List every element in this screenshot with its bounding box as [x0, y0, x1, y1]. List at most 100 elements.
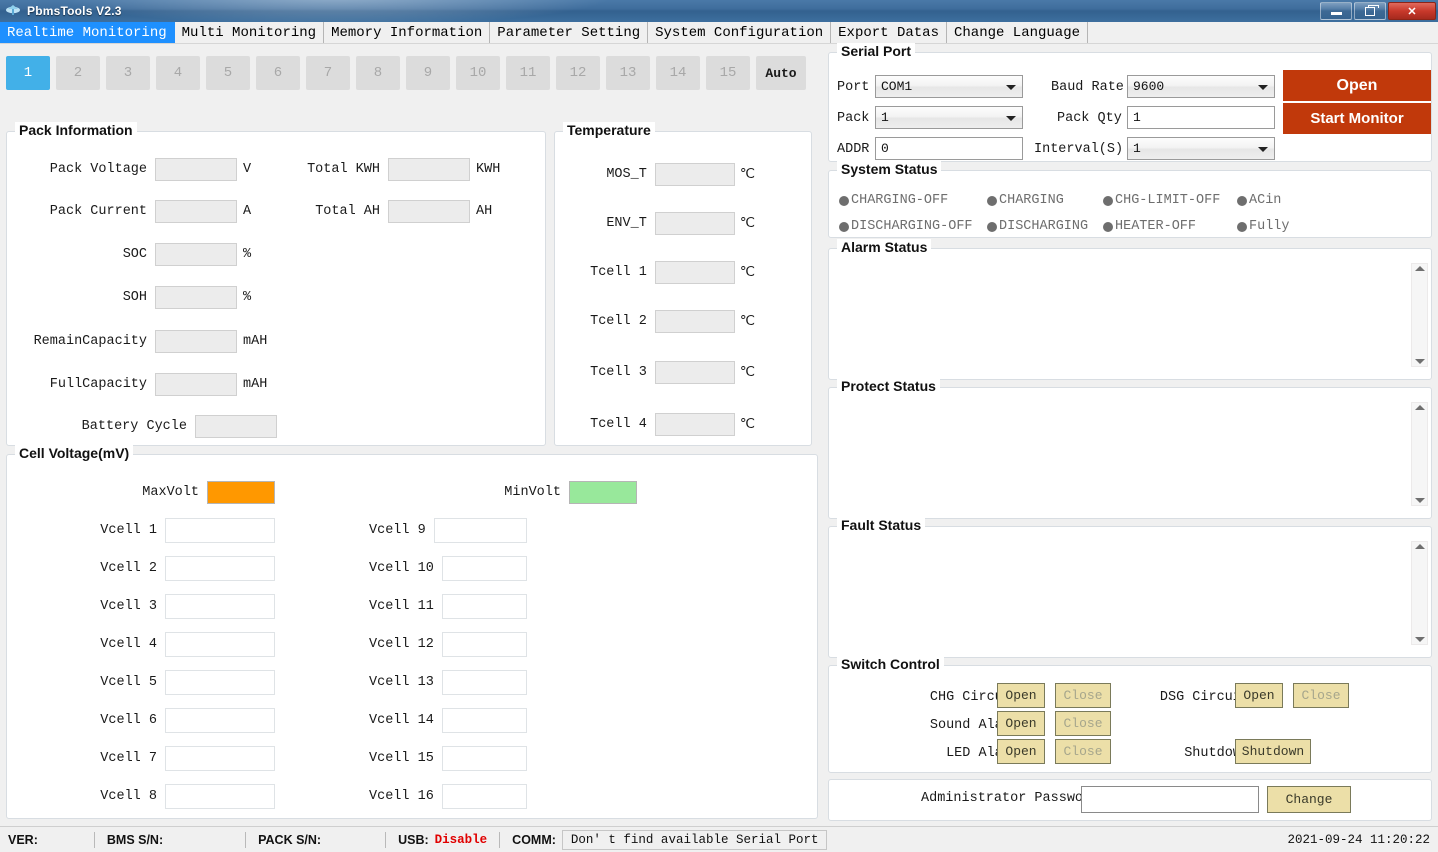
vcell-10-value[interactable]	[442, 556, 527, 581]
led-icon	[1237, 222, 1247, 232]
vcell-11-value[interactable]	[442, 594, 527, 619]
vcell-12-value[interactable]	[442, 632, 527, 657]
pack-button-8[interactable]: 8	[356, 56, 400, 90]
vcell-16-value[interactable]	[442, 784, 527, 809]
chg-circuit-close-button[interactable]: Close	[1055, 683, 1111, 708]
env-t-value	[655, 212, 735, 235]
addr-input[interactable]: 0	[875, 137, 1023, 160]
field-env-t: ENV_T ℃	[555, 212, 755, 235]
status-acin: ACin	[1237, 193, 1281, 208]
vcell-6-value[interactable]	[165, 708, 275, 733]
restore-button[interactable]	[1354, 2, 1386, 20]
scroll-up-icon[interactable]	[1415, 544, 1425, 549]
pack-qty-input[interactable]: 1	[1127, 106, 1275, 129]
vcell-8-value[interactable]	[165, 784, 275, 809]
ver-segment: VER:	[8, 833, 42, 847]
alarm-status-scrollbar[interactable]	[1411, 263, 1428, 367]
status-fully: Fully	[1237, 219, 1290, 234]
vcell-7-value[interactable]	[165, 746, 275, 771]
vcell-9-value[interactable]	[434, 518, 527, 543]
vcell-13-value[interactable]	[442, 670, 527, 695]
tab-export-datas[interactable]: Export Datas	[831, 22, 947, 43]
pack-select[interactable]: 1	[875, 106, 1023, 129]
pack-button-4[interactable]: 4	[156, 56, 200, 90]
min-volt-row: MinVolt	[369, 481, 637, 504]
fault-status-title: Fault Status	[837, 517, 925, 533]
vcell-15-value[interactable]	[442, 746, 527, 771]
cell-row-7: Vcell 7	[7, 746, 275, 771]
vcell-1-value[interactable]	[165, 518, 275, 543]
pack-button-15[interactable]: 15	[706, 56, 750, 90]
pack-button-13[interactable]: 13	[606, 56, 650, 90]
tab-change-language[interactable]: Change Language	[947, 22, 1088, 43]
pack-button-label: 13	[620, 65, 637, 81]
tab-realtime-monitoring[interactable]: Realtime Monitoring	[0, 22, 175, 43]
vcell-15-label: Vcell 15	[369, 751, 434, 766]
admin-password-input[interactable]	[1081, 786, 1259, 813]
field-soc: SOC %	[7, 243, 277, 266]
pack-button-10[interactable]: 10	[456, 56, 500, 90]
tab-memory-information[interactable]: Memory Information	[324, 22, 490, 43]
chg-circuit-open-button[interactable]: Open	[997, 683, 1045, 708]
dsg-circuit-open-button[interactable]: Open	[1235, 683, 1283, 708]
tcell-2-value	[655, 310, 735, 333]
led-alarm-open-button[interactable]: Open	[997, 739, 1045, 764]
scroll-up-icon[interactable]	[1415, 266, 1425, 271]
min-volt-label: MinVolt	[504, 485, 561, 500]
vcell-4-value[interactable]	[165, 632, 275, 657]
total-kwh-value	[388, 158, 470, 181]
dsg-circuit-close-label: Close	[1301, 688, 1340, 703]
pack-button-6[interactable]: 6	[256, 56, 300, 90]
vcell-3-value[interactable]	[165, 594, 275, 619]
scroll-down-icon[interactable]	[1415, 359, 1425, 364]
shutdown-button[interactable]: Shutdown	[1235, 739, 1311, 764]
dsg-circuit-close-button[interactable]: Close	[1293, 683, 1349, 708]
fault-status-scrollbar[interactable]	[1411, 541, 1428, 645]
interval-select[interactable]: 1	[1127, 137, 1275, 160]
vcell-14-label: Vcell 14	[369, 713, 434, 728]
led-alarm-close-button[interactable]: Close	[1055, 739, 1111, 764]
tab-multi-monitoring[interactable]: Multi Monitoring	[175, 22, 324, 43]
vcell-5-value[interactable]	[165, 670, 275, 695]
tab-parameter-setting[interactable]: Parameter Setting	[490, 22, 648, 43]
minimize-button[interactable]	[1320, 2, 1352, 20]
open-port-button[interactable]: Open	[1283, 70, 1431, 101]
bms-sn-label: BMS S/N:	[107, 833, 163, 847]
temperature-title: Temperature	[563, 122, 655, 138]
full-capacity-label: FullCapacity	[50, 377, 147, 392]
sound-alarm-close-button[interactable]: Close	[1055, 711, 1111, 736]
change-password-button[interactable]: Change	[1267, 786, 1351, 813]
sound-alarm-open-button[interactable]: Open	[997, 711, 1045, 736]
scroll-down-icon[interactable]	[1415, 498, 1425, 503]
pack-button-3[interactable]: 3	[106, 56, 150, 90]
pack-button-14[interactable]: 14	[656, 56, 700, 90]
pack-button-label: 12	[570, 65, 587, 81]
window-title: PbmsTools V2.3	[27, 4, 122, 18]
close-button[interactable]: ✕	[1388, 2, 1436, 20]
tab-system-configuration[interactable]: System Configuration	[648, 22, 831, 43]
pack-button-1[interactable]: 1	[6, 56, 50, 90]
protect-status-scrollbar[interactable]	[1411, 402, 1428, 506]
pack-button-11[interactable]: 11	[506, 56, 550, 90]
total-ah-value	[388, 200, 470, 223]
pack-button-12[interactable]: 12	[556, 56, 600, 90]
vcell-14-value[interactable]	[442, 708, 527, 733]
status-label: Fully	[1249, 219, 1290, 234]
tcell-1-label: Tcell 1	[590, 265, 647, 280]
scroll-down-icon[interactable]	[1415, 637, 1425, 642]
baud-rate-select[interactable]: 9600	[1127, 75, 1275, 98]
pack-button-2[interactable]: 2	[56, 56, 100, 90]
start-monitor-button[interactable]: Start Monitor	[1283, 103, 1431, 134]
vcell-11-label: Vcell 11	[369, 599, 434, 614]
pack-button-9[interactable]: 9	[406, 56, 450, 90]
cell-row-16: Vcell 16	[369, 784, 527, 809]
pack-button-5[interactable]: 5	[206, 56, 250, 90]
pack-button-7[interactable]: 7	[306, 56, 350, 90]
scroll-up-icon[interactable]	[1415, 405, 1425, 410]
start-monitor-label: Start Monitor	[1310, 110, 1403, 127]
pack-button-label: 14	[670, 65, 687, 81]
port-select[interactable]: COM1	[875, 75, 1023, 98]
pack-button-auto[interactable]: Auto	[756, 56, 806, 90]
field-battery-cycle: Battery Cycle	[7, 415, 277, 438]
vcell-2-value[interactable]	[165, 556, 275, 581]
